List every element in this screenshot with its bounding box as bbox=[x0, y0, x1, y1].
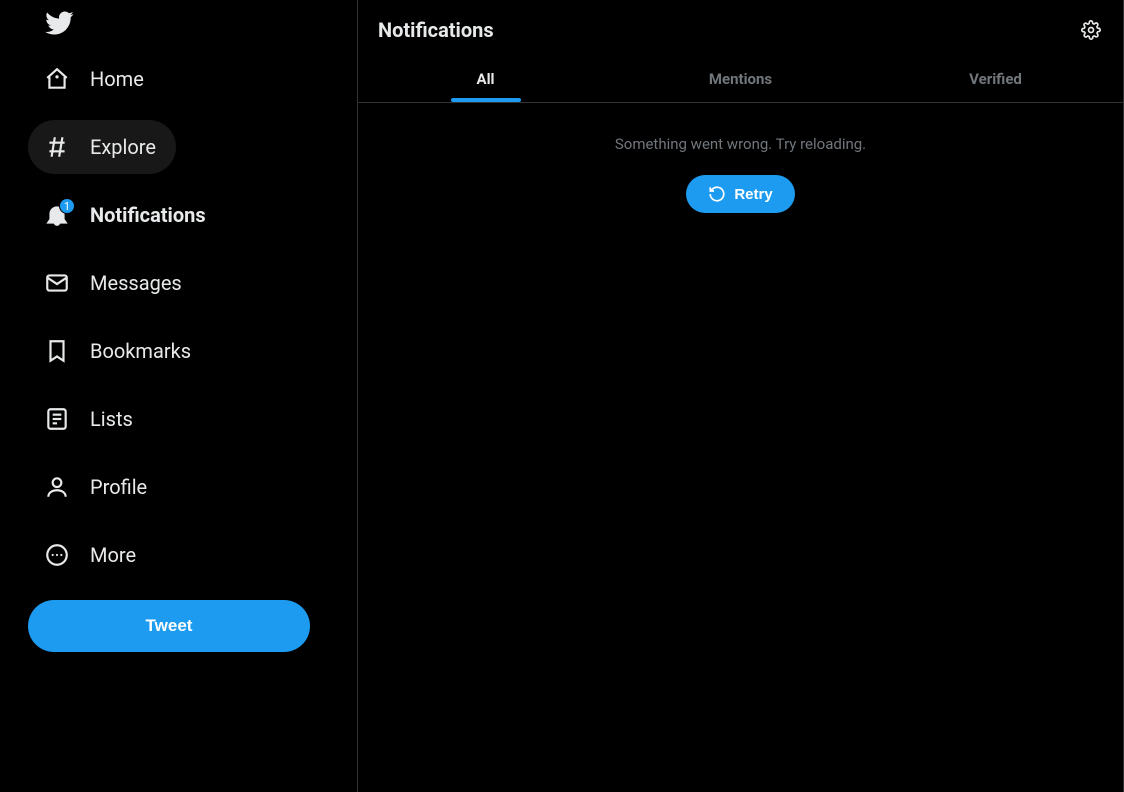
content-area: Something went wrong. Try reloading. Ret… bbox=[358, 103, 1123, 213]
home-icon bbox=[44, 66, 70, 92]
bird-icon bbox=[44, 8, 74, 38]
tab-verified[interactable]: Verified bbox=[868, 54, 1123, 102]
sidebar-item-explore[interactable]: Explore bbox=[28, 120, 176, 174]
sidebar-item-label: Bookmarks bbox=[90, 339, 191, 363]
messages-icon bbox=[44, 270, 70, 296]
sidebar-item-lists[interactable]: Lists bbox=[28, 392, 153, 446]
more-icon bbox=[44, 542, 70, 568]
notification-badge: 1 bbox=[59, 198, 75, 214]
sidebar-item-label: Lists bbox=[90, 407, 133, 431]
tab-mentions[interactable]: Mentions bbox=[613, 54, 868, 102]
sidebar-item-label: Messages bbox=[90, 271, 182, 295]
sidebar: Home Explore 1 Notifications Messages Bookmar… bbox=[0, 0, 358, 792]
explore-icon bbox=[44, 134, 70, 160]
twitter-logo[interactable] bbox=[28, 2, 345, 48]
error-message: Something went wrong. Try reloading. bbox=[615, 135, 866, 153]
sidebar-item-label: Home bbox=[90, 67, 144, 91]
reload-icon bbox=[708, 185, 726, 203]
tabs: AllMentionsVerified bbox=[358, 54, 1123, 103]
sidebar-item-bookmarks[interactable]: Bookmarks bbox=[28, 324, 211, 378]
sidebar-item-home[interactable]: Home bbox=[28, 52, 164, 106]
sidebar-item-label: Explore bbox=[90, 135, 156, 159]
main-content: Notifications AllMentionsVerified Someth… bbox=[358, 0, 1124, 792]
retry-label: Retry bbox=[734, 186, 772, 203]
profile-icon bbox=[44, 474, 70, 500]
sidebar-item-profile[interactable]: Profile bbox=[28, 460, 167, 514]
bookmarks-icon bbox=[44, 338, 70, 364]
retry-button[interactable]: Retry bbox=[686, 175, 794, 213]
sidebar-item-label: Profile bbox=[90, 475, 147, 499]
sidebar-item-label: More bbox=[90, 543, 136, 567]
lists-icon bbox=[44, 406, 70, 432]
sidebar-item-messages[interactable]: Messages bbox=[28, 256, 202, 310]
settings-button[interactable] bbox=[1075, 14, 1107, 46]
tab-all[interactable]: All bbox=[358, 54, 613, 102]
page-header: Notifications bbox=[358, 0, 1123, 54]
sidebar-item-label: Notifications bbox=[90, 203, 206, 227]
notifications-icon: 1 bbox=[44, 202, 70, 228]
page-title: Notifications bbox=[378, 18, 494, 42]
gear-icon bbox=[1081, 20, 1101, 40]
sidebar-item-notifications[interactable]: 1 Notifications bbox=[28, 188, 226, 242]
tweet-button[interactable]: Tweet bbox=[28, 600, 310, 652]
sidebar-item-more[interactable]: More bbox=[28, 528, 156, 582]
